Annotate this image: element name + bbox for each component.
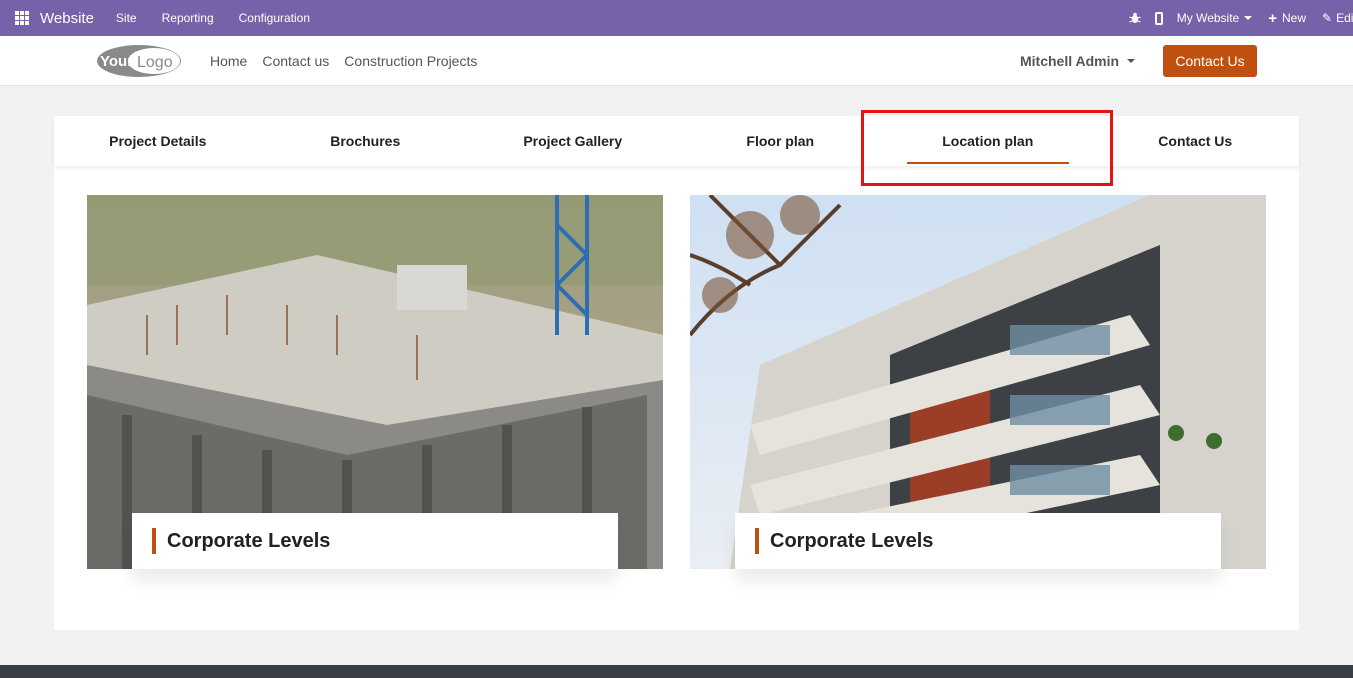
pencil-icon: ✎ [1322,11,1333,25]
card-caption-1: Corporate Levels [132,513,618,569]
tab-floor-plan[interactable]: Floor plan [677,116,885,166]
new-button[interactable]: + New [1268,10,1306,27]
admin-bar: Website Site Reporting Configuration My … [0,0,1353,36]
card-title: Corporate Levels [167,529,331,552]
logo-text-logo: Logo [137,54,173,71]
menu-configuration[interactable]: Configuration [239,11,310,25]
apps-grid-icon[interactable] [15,11,29,25]
caption-accent-bar [755,528,759,554]
mobile-preview-icon[interactable] [1154,11,1163,25]
edit-button[interactable]: ✎ Edit [1322,11,1353,25]
tab-contact-us[interactable]: Contact Us [1092,116,1300,166]
nav-home[interactable]: Home [210,53,247,69]
project-tabs: Project Details Brochures Project Galler… [54,116,1299,166]
caret-down-icon [1244,16,1253,20]
my-website-label: My Website [1176,11,1240,25]
caret-down-icon [1127,59,1136,63]
logo-text-your: Your [100,53,133,70]
new-label: New [1281,11,1306,25]
admin-brand[interactable]: Website [40,10,94,27]
nav-links: Home Contact us Construction Projects [210,36,492,86]
user-name: Mitchell Admin [1020,53,1120,69]
plus-icon: + [1268,9,1277,27]
edit-label: Edit [1336,11,1353,25]
footer-strip [0,665,1353,678]
user-menu[interactable]: Mitchell Admin [1020,36,1136,86]
caption-accent-bar [152,528,156,554]
menu-reporting[interactable]: Reporting [162,11,214,25]
my-website-dropdown[interactable]: My Website [1176,11,1253,25]
site-logo[interactable]: Your Logo [96,44,182,78]
site-navbar: Your Logo Home Contact us Construction P… [0,36,1353,86]
nav-construction-projects[interactable]: Construction Projects [344,53,477,69]
menu-site[interactable]: Site [116,11,137,25]
contact-us-button[interactable]: Contact Us [1163,45,1257,77]
card-title: Corporate Levels [770,529,934,552]
admin-menu: Site Reporting Configuration [116,11,335,25]
tab-brochures[interactable]: Brochures [262,116,470,166]
nav-contact-us[interactable]: Contact us [262,53,329,69]
tab-project-gallery[interactable]: Project Gallery [469,116,677,166]
bug-icon[interactable] [1129,12,1141,24]
tab-project-details[interactable]: Project Details [54,116,262,166]
admin-right-tools: My Website + New ✎ Edit [1129,0,1353,36]
tab-location-plan[interactable]: Location plan [884,116,1092,166]
card-caption-2: Corporate Levels [735,513,1221,569]
